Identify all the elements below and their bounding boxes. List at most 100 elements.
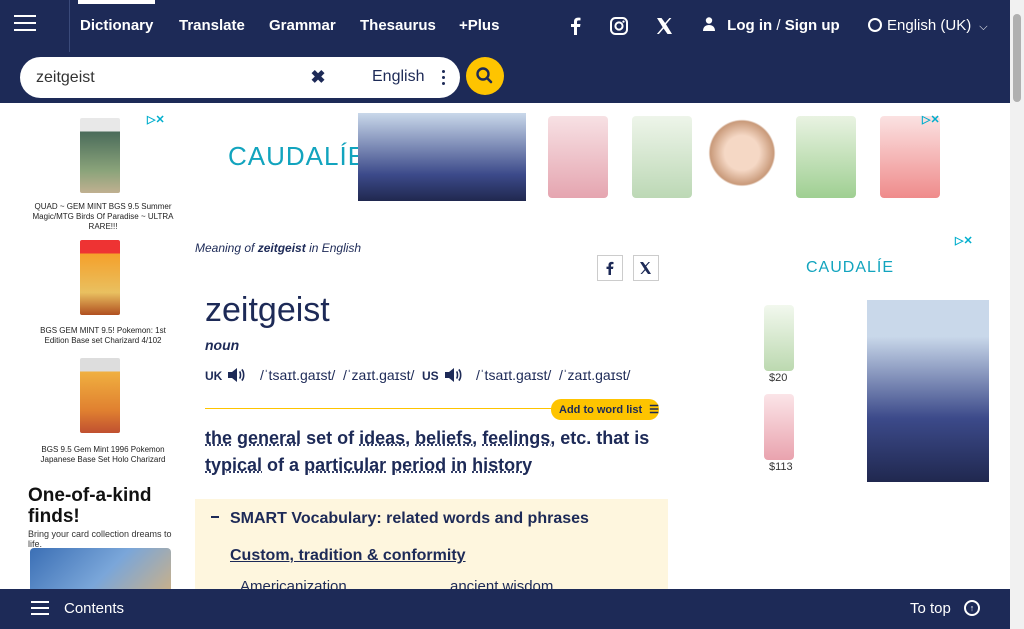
right-ad[interactable]: ▷✕ CAUDALÍE $20 $113 (689, 232, 989, 482)
adchoices-icon[interactable]: ▷✕ (955, 234, 979, 247)
search-icon (476, 67, 493, 84)
collapse-icon[interactable] (211, 512, 219, 522)
ad-brand-logo: CAUDALÍE (806, 259, 895, 276)
more-options-icon (442, 70, 446, 88)
ad-price: $20 (769, 372, 788, 384)
definition-line-2: typical of a particular period in histor… (205, 455, 532, 476)
facebook-icon[interactable] (566, 17, 586, 35)
chevron-down-icon: ⌵ (979, 21, 988, 33)
definition-text: set of (306, 428, 355, 448)
us-ipa-1: /ˈtsaɪt.ɡaɪst/ (476, 367, 552, 383)
scrollbar[interactable] (1010, 0, 1024, 629)
ad-promo-title: One-of-a-kind finds! (28, 485, 152, 527)
globe-icon (868, 18, 882, 32)
share-facebook-button[interactable] (597, 255, 623, 281)
ad-product-image (764, 394, 794, 460)
definition-text: of a (267, 455, 300, 475)
part-of-speech[interactable]: noun (205, 337, 239, 353)
definition-word[interactable]: feelings, (482, 428, 555, 448)
definition-word[interactable]: ideas, (359, 428, 410, 448)
x-twitter-icon[interactable] (654, 17, 674, 35)
clear-search-icon[interactable]: ✖ (308, 67, 328, 89)
nav-dictionary[interactable]: Dictionary (77, 0, 156, 34)
ad-photo (30, 548, 171, 591)
definition-word[interactable]: typical (205, 455, 262, 475)
x-twitter-icon (640, 262, 651, 274)
speaker-icon[interactable] (443, 365, 463, 385)
uk-ipa-1: /ˈtsaɪt.ɡaɪst/ (260, 367, 336, 383)
ad-product-image (880, 116, 940, 198)
definition-line-1: the general set of ideas, beliefs, feeli… (205, 428, 649, 449)
definition-word[interactable]: particular (304, 455, 386, 475)
uk-ipa-2: /ˈzaɪt.ɡaɪst/ (343, 367, 415, 383)
top-banner-ad[interactable]: CAUDALÍE ▷✕ (228, 111, 956, 201)
ad-product-image (706, 116, 778, 198)
to-top-link[interactable]: To top (910, 600, 951, 617)
language-selector[interactable]: English (UK) ⌵ (868, 17, 988, 34)
definition-word[interactable]: in (451, 455, 467, 475)
add-to-word-list-button[interactable]: Add to word list ☰ (551, 399, 659, 420)
adchoices-icon[interactable]: ▷✕ (922, 113, 946, 126)
menu-button[interactable] (14, 15, 36, 33)
user-icon (703, 17, 715, 31)
definition-word[interactable]: period (391, 455, 446, 475)
adchoices-icon[interactable]: ▷✕ (147, 113, 171, 126)
dictionary-selector[interactable]: English (356, 65, 450, 91)
share-x-button[interactable] (633, 255, 659, 281)
contents-link[interactable]: Contents (64, 600, 124, 617)
ad-item-text: BGS GEM MINT 9.5! Pokemon: 1st Edition B… (40, 326, 166, 345)
bottom-bar: Contents To top ↑ (0, 589, 1024, 629)
ad-item-text: BGS 9.5 Gem Mint 1996 Pokemon Japanese B… (40, 445, 166, 464)
signup-link[interactable]: Sign up (785, 17, 840, 34)
definition-word[interactable]: the (205, 428, 232, 448)
smart-vocabulary-box: SMART Vocabulary: related words and phra… (195, 499, 668, 599)
headword: zeitgeist (205, 291, 330, 329)
ad-product-image (548, 116, 608, 198)
definition-word[interactable]: beliefs, (415, 428, 477, 448)
arrow-up-icon[interactable]: ↑ (964, 600, 980, 616)
search-button[interactable] (466, 57, 504, 95)
nav-plus[interactable]: +Plus (459, 17, 499, 34)
instagram-icon[interactable] (609, 17, 629, 35)
login-signup: Log in / Sign up (703, 17, 840, 34)
uk-pronunciation: UK (205, 367, 222, 383)
us-pronunciation: US (422, 367, 439, 383)
ad-card-image (80, 240, 120, 315)
definition-word[interactable]: history (472, 455, 532, 475)
ad-brand-logo: CAUDALÍE (228, 141, 367, 171)
ad-hero-image (358, 113, 526, 201)
nav-grammar[interactable]: Grammar (269, 17, 336, 34)
top-navigation: Dictionary Translate Grammar Thesaurus +… (0, 0, 1024, 52)
speaker-icon[interactable] (226, 365, 246, 385)
ad-product-image (796, 116, 856, 198)
add-to-word-list-label: Add to word list (559, 404, 643, 416)
search-band: ✖ English (0, 52, 1024, 103)
facebook-icon (606, 261, 614, 275)
contents-menu-icon[interactable] (31, 601, 49, 615)
smart-vocabulary-heading: SMART Vocabulary: related words and phra… (230, 510, 589, 527)
search-input[interactable] (36, 67, 306, 89)
login-link[interactable]: Log in (727, 17, 772, 34)
scrollbar-thumb[interactable] (1013, 14, 1021, 102)
ad-promo-subtitle: Bring your card collection dreams to lif… (28, 529, 172, 549)
left-ad[interactable]: ▷✕ QUAD ~ GEM MINT BGS 9.5 Summer Magic/… (20, 111, 181, 591)
us-ipa-2: /ˈzaɪt.ɡaɪst/ (559, 367, 631, 383)
nav-divider (69, 0, 70, 52)
login-separator: / (776, 17, 781, 34)
definition-word[interactable]: general (237, 428, 301, 448)
ad-product-image (764, 305, 794, 371)
ad-card-image (80, 358, 120, 433)
ad-card-image (80, 118, 120, 193)
search-box: ✖ English (20, 57, 460, 98)
nav-translate[interactable]: Translate (179, 17, 245, 34)
uk-label: UK (205, 369, 223, 383)
smart-vocabulary-category[interactable]: Custom, tradition & conformity (230, 547, 466, 565)
ad-item-text: QUAD ~ GEM MINT BGS 9.5 Summer Magic/MTG… (32, 202, 174, 231)
definition-text: etc. that is (560, 428, 650, 448)
nav-thesaurus[interactable]: Thesaurus (360, 17, 436, 34)
ad-price: $113 (769, 461, 793, 473)
meaning-heading: Meaning of zeitgeist in English (195, 241, 361, 255)
dictionary-label: English (372, 68, 425, 85)
list-icon: ☰ (649, 404, 660, 416)
us-label: US (422, 369, 439, 383)
